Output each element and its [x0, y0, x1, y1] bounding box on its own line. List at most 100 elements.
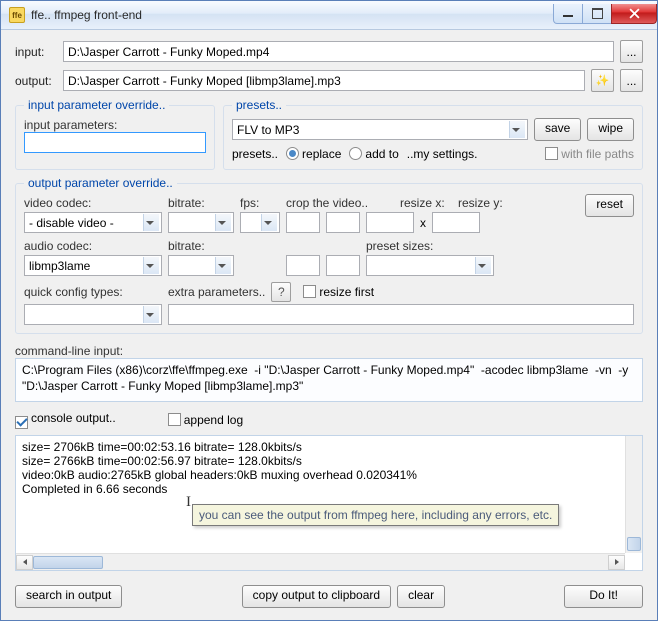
input-params-label: input parameters: [24, 118, 206, 132]
audio-bitrate-label: bitrate: [168, 239, 234, 253]
output-path-row: output: ✨ ... [15, 69, 643, 92]
video-codec-select[interactable]: - disable video - [24, 212, 162, 233]
output-path-field[interactable] [63, 70, 585, 91]
chevron-down-icon [146, 221, 154, 225]
text-cursor-icon: I [186, 494, 191, 511]
with-file-paths-check[interactable]: with file paths [545, 147, 634, 161]
preset-sizes-select[interactable] [366, 255, 494, 276]
console-header: console output.. append log [15, 411, 643, 429]
chevron-down-icon [146, 313, 154, 317]
chevron-down-icon [478, 264, 486, 268]
chevron-down-icon [264, 221, 272, 225]
presets-legend: presets.. [232, 98, 286, 112]
checkbox-icon [303, 285, 316, 298]
audio-codec-select[interactable]: libmp3lame [24, 255, 162, 276]
crop-label: crop the video.. [286, 196, 394, 210]
help-button[interactable]: ? [271, 282, 291, 302]
ellipsis-icon: ... [626, 74, 636, 88]
resize-y-label: resize y: [458, 196, 510, 210]
content-area: input: ... output: ✨ ... input parameter… [1, 30, 657, 620]
input-override-group: input parameter override.. input paramet… [15, 98, 215, 170]
input-browse-button[interactable]: ... [620, 40, 643, 63]
scroll-left-button[interactable] [16, 555, 33, 570]
video-bitrate-label: bitrate: [168, 196, 234, 210]
radio-icon [286, 147, 299, 160]
crop-field-3[interactable] [286, 255, 320, 276]
footer-row: search in output copy output to clipboar… [15, 585, 643, 608]
clear-button[interactable]: clear [397, 585, 445, 608]
cmdline-text[interactable] [15, 358, 643, 402]
console-line: video:0kB audio:2765kB global headers:0k… [22, 468, 636, 482]
resize-x-field[interactable] [366, 212, 414, 233]
console-output-check[interactable]: console output.. [15, 411, 116, 429]
output-magic-button[interactable]: ✨ [591, 69, 614, 92]
cmdline-section: command-line input: [15, 344, 643, 405]
close-button[interactable] [611, 4, 657, 24]
ellipsis-icon: ... [626, 45, 636, 59]
console-tooltip: you can see the output from ffmpeg here,… [192, 504, 559, 526]
input-override-legend: input parameter override.. [24, 98, 169, 112]
preset-selected: FLV to MP3 [237, 123, 299, 137]
reset-button[interactable]: reset [585, 194, 634, 217]
checkbox-icon [545, 147, 558, 160]
horizontal-scrollbar[interactable] [16, 553, 625, 570]
preset-sizes-label: preset sizes: [366, 239, 433, 253]
fps-label: fps: [240, 196, 280, 210]
audio-codec-label: audio codec: [24, 239, 162, 253]
output-override-legend: output parameter override.. [24, 176, 177, 190]
presets-group: presets.. FLV to MP3 save wipe presets..… [223, 98, 643, 170]
presets-row-prefix: presets.. [232, 147, 278, 161]
search-output-button[interactable]: search in output [15, 585, 122, 608]
chevron-down-icon [146, 264, 154, 268]
video-bitrate-select[interactable] [168, 212, 234, 233]
input-params-field[interactable] [24, 132, 206, 153]
preset-select[interactable]: FLV to MP3 [232, 119, 528, 140]
preset-wipe-button[interactable]: wipe [587, 118, 634, 141]
quick-config-select[interactable] [24, 304, 162, 325]
maximize-button[interactable] [582, 4, 612, 24]
radio-icon [349, 147, 362, 160]
input-path-row: input: ... [15, 40, 643, 63]
preset-save-button[interactable]: save [534, 118, 581, 141]
console-line: Completed in 6.66 seconds [22, 482, 636, 496]
chevron-down-icon [218, 264, 226, 268]
fps-select[interactable] [240, 212, 280, 233]
output-browse-button[interactable]: ... [620, 69, 643, 92]
extra-params-label: extra parameters.. [168, 285, 265, 299]
console-line: size= 2706kB time=00:02:53.16 bitrate= 1… [22, 440, 636, 454]
append-log-check[interactable]: append log [168, 413, 243, 427]
audio-bitrate-select[interactable] [168, 255, 234, 276]
crop-field-2[interactable] [326, 212, 360, 233]
window-controls [554, 4, 657, 24]
input-path-field[interactable] [63, 41, 614, 62]
my-settings-label: ..my settings. [407, 147, 478, 161]
do-it-button[interactable]: Do It! [564, 585, 643, 608]
crop-field-1[interactable] [286, 212, 320, 233]
chevron-down-icon [512, 128, 520, 132]
console-line: size= 2766kB time=00:02:56.97 bitrate= 1… [22, 454, 636, 468]
app-icon: ffe [9, 7, 25, 23]
resize-y-field[interactable] [432, 212, 480, 233]
resize-first-check[interactable]: resize first [303, 285, 374, 299]
scroll-right-button[interactable] [608, 555, 625, 570]
scroll-thumb[interactable] [627, 537, 641, 551]
input-label: input: [15, 45, 57, 59]
quick-config-label: quick config types: [24, 285, 162, 299]
app-window: ffe ffe.. ffmpeg front-end input: ... ou… [0, 0, 658, 621]
titlebar[interactable]: ffe ffe.. ffmpeg front-end [1, 1, 657, 30]
preset-replace-radio[interactable]: replace [286, 147, 341, 161]
crop-field-4[interactable] [326, 255, 360, 276]
checkbox-icon [168, 413, 181, 426]
scroll-thumb[interactable] [33, 556, 103, 569]
preset-addto-radio[interactable]: add to [349, 147, 398, 161]
minimize-button[interactable] [553, 4, 583, 24]
x-separator: x [420, 216, 426, 230]
extra-params-field[interactable] [168, 304, 634, 325]
wand-icon: ✨ [596, 74, 610, 87]
output-override-group: output parameter override.. reset video … [15, 176, 643, 334]
checkbox-icon [15, 416, 28, 429]
vertical-scrollbar[interactable] [625, 436, 642, 554]
console-output[interactable]: size= 2706kB time=00:02:53.16 bitrate= 1… [15, 435, 643, 572]
copy-output-button[interactable]: copy output to clipboard [242, 585, 391, 608]
resize-x-label: resize x: [400, 196, 452, 210]
